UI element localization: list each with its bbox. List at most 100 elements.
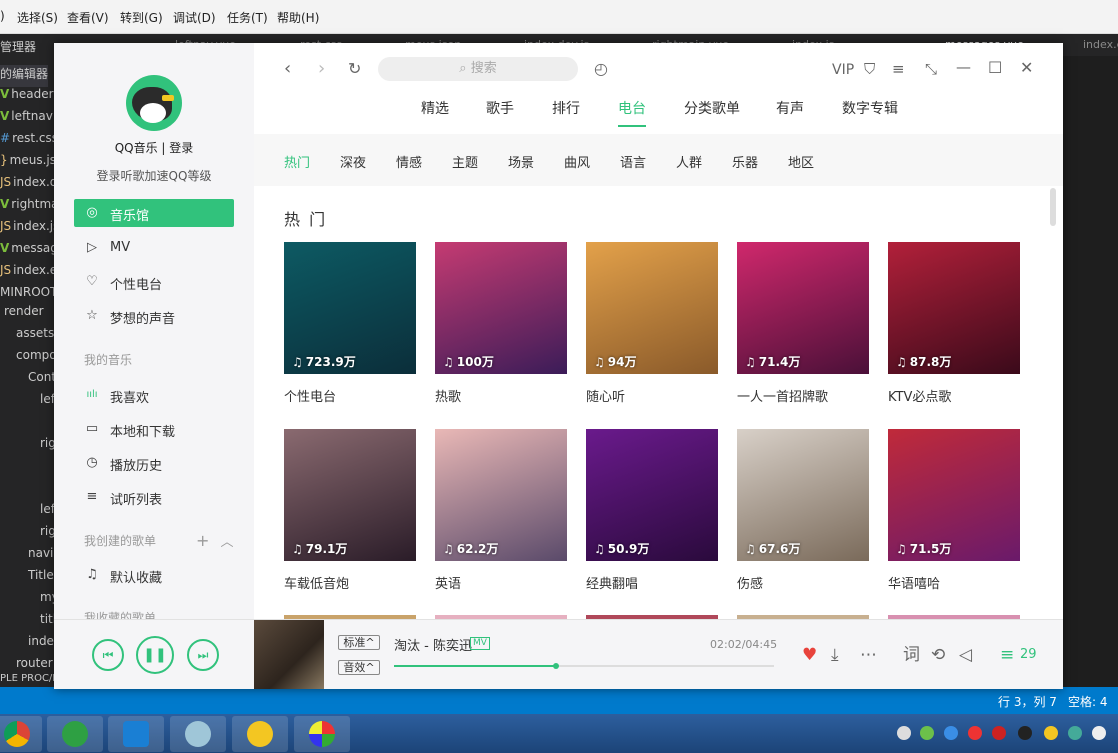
indent-spaces[interactable]: 空格: 4 [1068,693,1108,710]
subtab-scene[interactable]: 场景 [508,152,534,171]
tree-item[interactable]: compo [16,348,56,370]
back-icon[interactable]: ‹ [284,60,291,78]
playlist-count[interactable]: 29 [1020,647,1037,662]
download-icon[interactable]: ⤓ [831,646,839,664]
sidebar-item-local[interactable]: ▭ 本地和下载 [74,415,234,443]
subtab-hot[interactable]: 热门 [284,152,310,171]
refresh-icon[interactable]: ↻ [348,60,361,78]
radio-card[interactable]: ♫ 71.4万 一人一首招牌歌 [737,242,869,405]
search-input[interactable]: ⌕ 搜索 [378,57,578,81]
radio-card[interactable]: ♫ 79.1万 车载低音炮 [284,429,416,592]
radio-card[interactable]: ♫ 723.9万 个性电台 [284,242,416,405]
subtab-late-night[interactable]: 深夜 [340,152,366,171]
sidebar-item-trial-list[interactable]: ≡ 试听列表 [74,483,234,511]
minimize-icon[interactable]: — [956,58,971,76]
tab-audiobooks[interactable]: 有声 [776,98,804,118]
qqmusic-taskbar-button[interactable] [232,716,288,752]
listen-recognize-icon[interactable]: ◴ [594,60,608,78]
sidebar-item-personal-radio[interactable]: ♡ 个性电台 [74,268,234,296]
card-title[interactable]: 车载低音炮 [284,573,349,592]
playlist-icon[interactable]: ≡ [1000,646,1014,664]
card-cover[interactable]: ♫ 79.1万 [284,429,416,561]
card-cover[interactable]: ♫ 100万 [435,242,567,374]
ie-taskbar-button[interactable] [47,716,103,752]
radio-card[interactable]: ♫ 67.6万 伤感 [737,429,869,592]
qq-icon[interactable] [1018,726,1032,740]
card-title[interactable]: 一人一首招牌歌 [737,386,828,405]
skin-icon[interactable]: ⛉ [864,60,875,78]
sidebar-item-mv[interactable]: ▷ MV [74,234,234,262]
mv-badge[interactable]: MV [470,637,490,650]
subtab-instrument[interactable]: 乐器 [732,152,758,171]
next-button[interactable]: ⏭ [187,639,219,671]
volume-icon[interactable]: ◁ [959,646,972,664]
tree-item[interactable]: inde [28,634,54,656]
card-cover[interactable]: ♫ 71.5万 [888,429,1020,561]
menu-item[interactable]: ) [0,9,5,23]
lyrics-icon[interactable]: 词 [903,646,920,664]
tree-item[interactable]: Title [28,568,54,590]
explorer-file[interactable]: } meus.js [0,153,56,175]
tree-item[interactable]: lef [40,392,55,414]
network-icon[interactable] [920,726,934,740]
menu-item-view[interactable]: 查看(V) [67,9,109,26]
forward-icon[interactable]: › [318,60,325,78]
card-title[interactable]: 个性电台 [284,386,336,405]
sidebar-item-music-hall[interactable]: ◎ 音乐馆 [74,199,234,227]
radio-card[interactable]: ♫ 50.9万 经典翻唱 [586,429,718,592]
chrome-taskbar-button[interactable] [0,716,42,752]
subtab-emotion[interactable]: 情感 [396,152,422,171]
tree-item[interactable]: render [4,304,44,326]
card-title[interactable]: KTV必点歌 [888,386,951,405]
radio-card[interactable]: ♫ 94万 随心听 [586,242,718,405]
card-title[interactable]: 英语 [435,573,461,592]
explorer-file[interactable]: # rest.css [0,131,56,153]
radio-card[interactable]: ♫ 100万 热歌 [435,242,567,405]
subtab-language[interactable]: 语言 [620,152,646,171]
sidebar-item-dream-voice[interactable]: ☆ 梦想的声音 [74,302,234,330]
card-title[interactable]: 随心听 [586,386,625,405]
close-icon[interactable]: ✕ [1020,59,1033,77]
tray-app-icon[interactable] [1068,726,1082,740]
radio-card[interactable]: ♫ 87.8万 KTV必点歌 [888,242,1020,405]
subtab-region[interactable]: 地区 [788,152,814,171]
explorer-file[interactable]: JS index.d [0,175,56,197]
editor-tab[interactable]: index.ej [1083,38,1118,51]
tree-item[interactable]: lef [40,502,55,524]
song-title[interactable]: 淘汰 - 陈奕迅 [394,635,472,654]
tab-charts[interactable]: 排行 [552,98,580,118]
tray-app-icon[interactable] [968,726,982,740]
card-cover[interactable]: ♫ 87.8万 [888,242,1020,374]
card-title[interactable]: 热歌 [435,386,461,405]
card-cover[interactable]: ♫ 67.6万 [737,429,869,561]
tab-featured[interactable]: 精选 [421,98,449,118]
effect-select[interactable]: 音效^ [338,660,380,675]
maximize-icon[interactable]: ☐ [988,59,1002,77]
open-editors-header[interactable]: 的编辑器 [0,65,49,87]
menu-item-debug[interactable]: 调试(D) [173,9,216,26]
more-icon[interactable]: ⋯ [860,646,877,664]
tree-item[interactable]: Cont [28,370,56,392]
menu-icon[interactable]: ≡ [892,60,905,78]
vip-button[interactable]: VIP [832,61,854,79]
progress-slider[interactable] [394,663,774,669]
tab-radio[interactable]: 电台 [618,98,646,118]
sidebar-item-history[interactable]: ◷ 播放历史 [74,449,234,477]
card-cover[interactable]: ♫ 723.9万 [284,242,416,374]
previous-button[interactable]: ⏮ [92,639,124,671]
tray-app-icon[interactable] [944,726,958,740]
explorer-file[interactable]: Vrightma [0,197,56,219]
tab-categories[interactable]: 分类歌单 [684,98,740,118]
add-playlist-icon[interactable]: + [196,531,209,550]
loop-icon[interactable]: ⟲ [931,646,945,664]
tree-item[interactable]: assets [16,326,54,348]
vscode-taskbar-button[interactable] [108,716,164,752]
card-cover[interactable]: ♫ 71.4万 [737,242,869,374]
pause-button[interactable]: ❚❚ [136,636,174,674]
mini-mode-icon[interactable]: ⤡ [925,60,937,78]
explorer-file[interactable]: Vmessag [0,241,56,263]
tab-singers[interactable]: 歌手 [486,98,514,118]
explorer-file[interactable]: Vleftnav [0,109,53,131]
tray-app-icon[interactable] [1044,726,1058,740]
tree-item[interactable]: navi [28,546,53,568]
